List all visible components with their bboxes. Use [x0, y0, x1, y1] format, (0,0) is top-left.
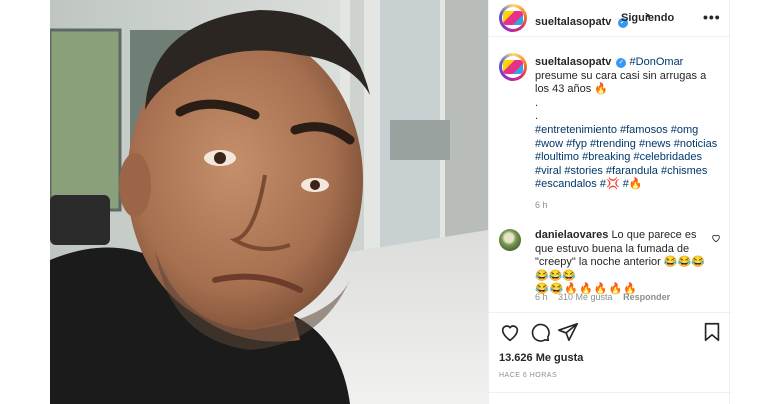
author-avatar[interactable]	[499, 4, 527, 32]
add-comment-bar[interactable]	[489, 392, 731, 404]
author-username[interactable]: sueltalasopatv	[535, 16, 611, 28]
following-button[interactable]: Siguiendo	[621, 12, 674, 24]
caption-username[interactable]: sueltalasopatv	[535, 56, 611, 68]
post-actions-bar	[489, 312, 731, 352]
save-bookmark-icon[interactable]	[701, 321, 723, 343]
post-side-panel: sueltalasopatv ✓ • Siguiendo ••• sueltal…	[488, 0, 731, 404]
comment-reply-button[interactable]: Responder	[623, 292, 670, 302]
caption-author-avatar[interactable]	[499, 53, 527, 81]
caption-timestamp[interactable]: 6 h	[535, 200, 548, 210]
commenter-username[interactable]: danielaovares	[535, 229, 608, 241]
caption-hashtags[interactable]: #entretenimiento #famosos #omg #wow #fyp…	[535, 124, 725, 192]
caption-mention-link[interactable]: #DonOmar	[630, 56, 684, 68]
comment-likes[interactable]: 310 Me gusta	[558, 292, 613, 302]
caption-dot-2: .	[535, 110, 539, 122]
caption-dot-1: .	[535, 96, 539, 109]
comment-timestamp[interactable]: 6 h	[535, 292, 548, 302]
channel-logo-icon	[503, 11, 523, 25]
comment-meta: 6 h 310 Me gusta Responder	[535, 292, 670, 302]
instagram-post-view: sueltalasopatv ✓ • Siguiendo ••• sueltal…	[0, 0, 768, 404]
post-time-ago[interactable]: HACE 6 HORAS	[499, 372, 557, 379]
post-header: sueltalasopatv ✓ • Siguiendo •••	[489, 0, 731, 37]
comment-bubble-icon[interactable]	[529, 321, 551, 343]
author-username-link[interactable]: sueltalasopatv ✓	[535, 12, 628, 30]
verified-badge-icon: ✓	[616, 58, 627, 68]
post-caption: sueltalasopatv ✓ #DonOmar presume su car…	[535, 56, 723, 124]
comment-body: danielaovares Lo que parece es que estuv…	[535, 229, 707, 297]
comment-like-heart-icon[interactable]	[711, 233, 721, 243]
channel-logo-icon	[503, 60, 523, 74]
ellipsis-icon[interactable]: •••	[703, 9, 721, 25]
selfie-photo-illustration	[50, 0, 488, 404]
caption-text: presume su cara casi sin arrugas a los 4…	[535, 69, 707, 96]
post-photo[interactable]	[50, 0, 488, 404]
share-paper-plane-icon[interactable]	[557, 321, 579, 343]
like-heart-icon[interactable]	[499, 321, 521, 343]
commenter-avatar[interactable]	[499, 229, 521, 251]
post-like-count[interactable]: 13.626 Me gusta	[499, 352, 583, 364]
